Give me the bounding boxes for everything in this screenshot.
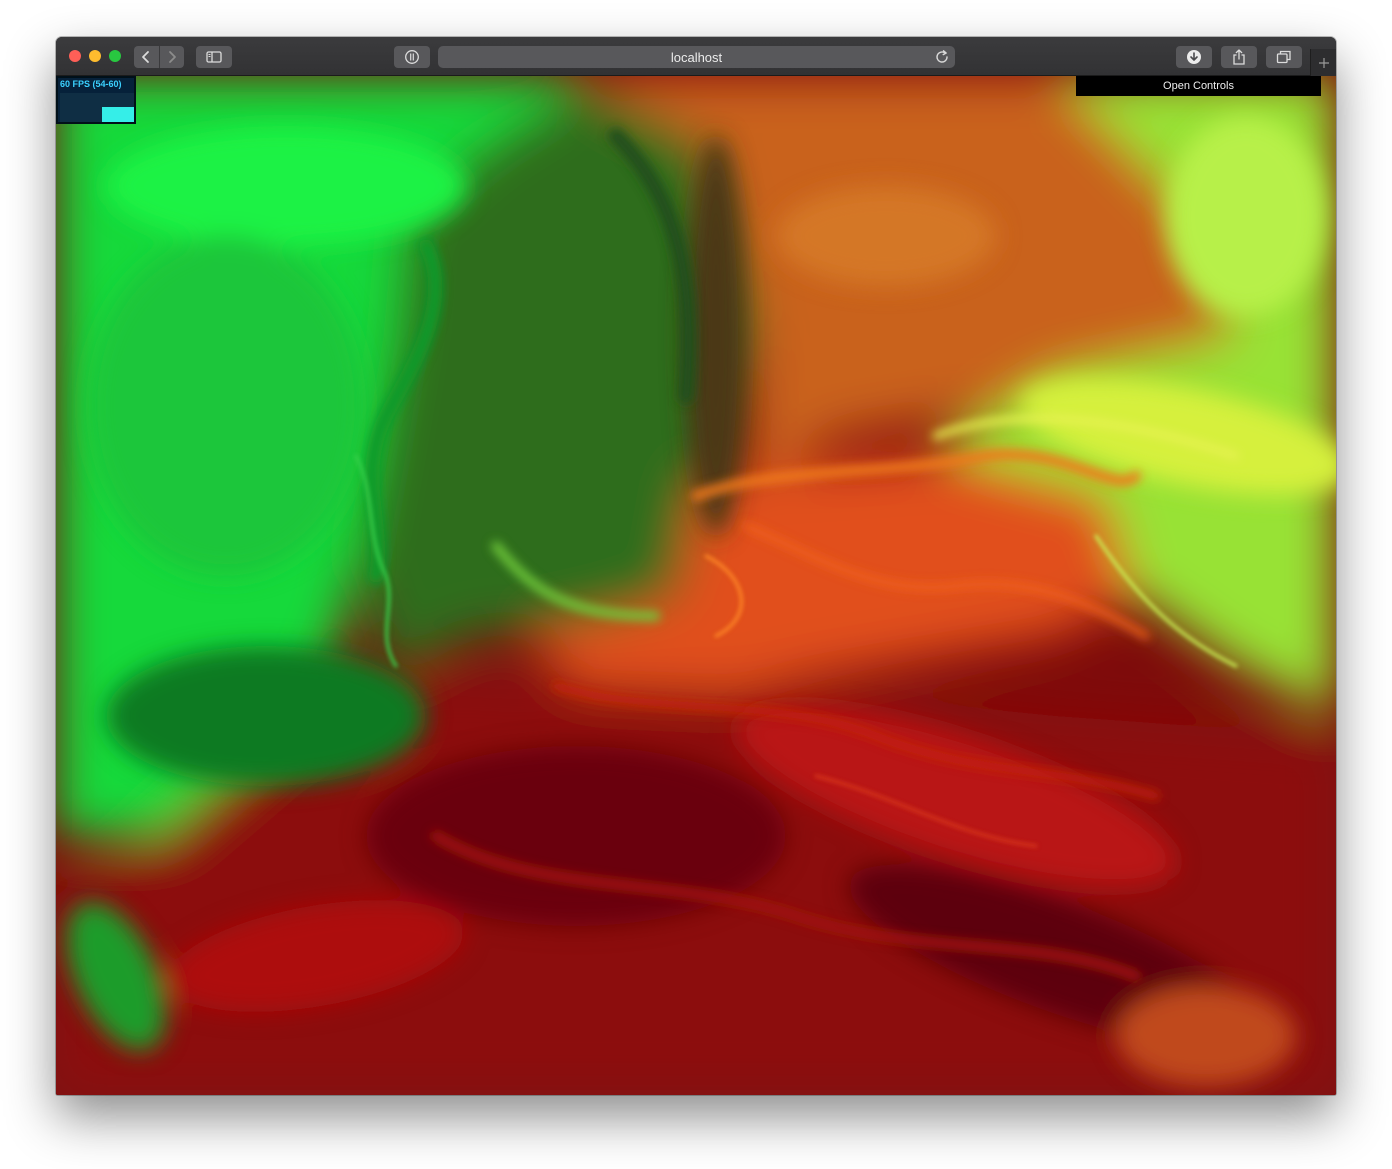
fps-bar: [102, 107, 134, 122]
address-bar[interactable]: localhost: [438, 46, 955, 68]
browser-window: localhost 60 FPS (54-60) Open Controls: [56, 37, 1336, 1095]
chevron-left-icon: [142, 51, 150, 63]
sidebar-icon: [206, 51, 222, 63]
new-tab-button[interactable]: [1310, 49, 1336, 76]
reload-icon[interactable]: [934, 49, 950, 65]
browser-toolbar: localhost: [56, 37, 1336, 76]
fps-label: 60 FPS (54-60): [60, 79, 122, 89]
orange-highlight: [776, 186, 996, 286]
minimize-window-button[interactable]: [89, 50, 101, 62]
green-glow-top-left: [106, 126, 466, 246]
navigation-buttons: [134, 46, 184, 68]
page-viewport: 60 FPS (54-60) Open Controls: [56, 76, 1336, 1095]
green-glow-mid-left: [86, 236, 366, 576]
privacy-icon: [405, 50, 419, 64]
share-button[interactable]: [1221, 46, 1257, 68]
close-window-button[interactable]: [69, 50, 81, 62]
tab-overview-button[interactable]: [1266, 46, 1302, 68]
fluid-simulation-canvas[interactable]: [56, 76, 1336, 1095]
orange-edge-lower-right: [1116, 986, 1296, 1086]
fps-graph: [60, 93, 134, 122]
download-icon: [1187, 50, 1201, 64]
light-green-upper-right: [1166, 116, 1326, 316]
plus-icon: [1319, 57, 1329, 68]
open-controls-button[interactable]: Open Controls: [1076, 76, 1321, 96]
privacy-report-button[interactable]: [394, 46, 430, 68]
address-text: localhost: [670, 49, 723, 65]
fps-meter: 60 FPS (54-60): [56, 76, 136, 124]
chevron-right-icon: [168, 51, 176, 63]
green-shadow-left: [106, 646, 426, 786]
back-button[interactable]: [134, 46, 159, 68]
open-controls-label: Open Controls: [1163, 80, 1234, 92]
sidebar-button[interactable]: [196, 46, 232, 68]
downloads-button[interactable]: [1176, 46, 1212, 68]
share-icon: [1233, 49, 1245, 65]
zoom-window-button[interactable]: [109, 50, 121, 62]
tabs-icon: [1276, 50, 1291, 64]
forward-button[interactable]: [160, 46, 185, 68]
